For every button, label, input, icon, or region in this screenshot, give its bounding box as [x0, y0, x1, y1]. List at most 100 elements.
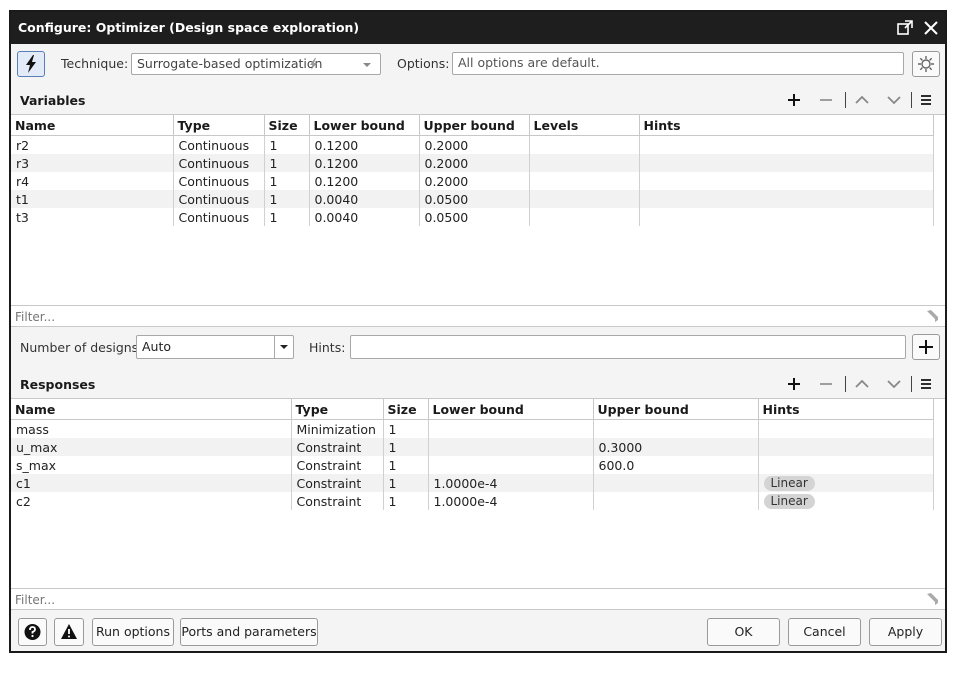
table-cell[interactable]: [529, 208, 640, 226]
table-row[interactable]: r4 Continuous 1 0.1200 0.2000: [11, 172, 934, 190]
column-header[interactable]: Levels: [529, 115, 640, 136]
table-cell[interactable]: u_max: [11, 438, 292, 456]
table-row[interactable]: c1 Constraint 1 1.0000e-4 Linear: [11, 474, 934, 492]
column-header[interactable]: Upper bound: [419, 115, 530, 136]
table-cell[interactable]: r4: [11, 172, 174, 190]
table-cell[interactable]: 0.0500: [419, 208, 530, 226]
table-cell[interactable]: 600.0: [593, 456, 759, 474]
table-cell[interactable]: Minimization: [291, 419, 384, 438]
table-row[interactable]: t3 Continuous 1 0.0040 0.0500: [11, 208, 934, 226]
table-cell[interactable]: 1: [383, 474, 429, 492]
plus-icon[interactable]: [785, 91, 803, 109]
table-cell[interactable]: [639, 154, 934, 172]
plus-icon[interactable]: [785, 375, 803, 393]
chevron-down-icon[interactable]: [885, 375, 903, 393]
table-cell[interactable]: r3: [11, 154, 174, 172]
apply-button[interactable]: Apply: [869, 618, 942, 646]
table-cell[interactable]: 1: [264, 172, 310, 190]
table-cell[interactable]: [758, 419, 934, 438]
popout-icon[interactable]: [895, 18, 915, 38]
table-cell[interactable]: mass: [11, 419, 292, 438]
table-cell[interactable]: Continuous: [173, 135, 265, 154]
table-cell[interactable]: t1: [11, 190, 174, 208]
variables-filter-input[interactable]: [13, 308, 897, 326]
minus-icon[interactable]: [817, 91, 835, 109]
table-cell[interactable]: 0.1200: [309, 154, 420, 172]
technique-select[interactable]: Surrogate-based optimization: [131, 53, 381, 75]
table-row[interactable]: mass Minimization 1: [11, 419, 934, 438]
column-header[interactable]: Upper bound: [593, 399, 759, 420]
table-cell[interactable]: 0.3000: [593, 438, 759, 456]
column-header[interactable]: Hints: [758, 399, 934, 420]
table-cell[interactable]: [529, 172, 640, 190]
table-cell[interactable]: 0.0040: [309, 208, 420, 226]
close-icon[interactable]: [921, 18, 941, 38]
table-cell[interactable]: 1: [264, 190, 310, 208]
table-cell[interactable]: Linear: [758, 474, 934, 492]
table-row[interactable]: r2 Continuous 1 0.1200 0.2000: [11, 135, 934, 154]
table-cell[interactable]: [639, 208, 934, 226]
chevron-up-icon[interactable]: [853, 91, 871, 109]
chevron-up-icon[interactable]: [853, 375, 871, 393]
table-cell[interactable]: 1.0000e-4: [428, 474, 594, 492]
table-cell[interactable]: 0.0500: [419, 190, 530, 208]
table-cell[interactable]: c2: [11, 492, 292, 510]
column-header[interactable]: Name: [11, 399, 292, 420]
table-cell[interactable]: 0.0040: [309, 190, 420, 208]
table-cell[interactable]: Constraint: [291, 492, 384, 510]
table-row[interactable]: s_max Constraint 1 600.0: [11, 456, 934, 474]
help-button[interactable]: [18, 618, 47, 646]
table-cell[interactable]: 0.2000: [419, 135, 530, 154]
table-cell[interactable]: 0.2000: [419, 154, 530, 172]
table-cell[interactable]: [428, 456, 594, 474]
minus-icon[interactable]: [817, 375, 835, 393]
table-cell[interactable]: [529, 135, 640, 154]
table-cell[interactable]: Continuous: [173, 208, 265, 226]
table-cell[interactable]: 0.1200: [309, 135, 420, 154]
cancel-button[interactable]: Cancel: [788, 618, 861, 646]
chevron-down-icon[interactable]: [885, 91, 903, 109]
table-cell[interactable]: 1: [383, 438, 429, 456]
technique-button[interactable]: [17, 51, 45, 77]
table-cell[interactable]: [639, 190, 934, 208]
column-header[interactable]: Type: [173, 115, 265, 136]
table-cell[interactable]: 1: [383, 456, 429, 474]
table-cell[interactable]: 1: [264, 208, 310, 226]
filter-icon[interactable]: [925, 591, 941, 607]
table-cell[interactable]: Constraint: [291, 456, 384, 474]
add-hint-button[interactable]: [912, 334, 940, 360]
table-row[interactable]: c2 Constraint 1 1.0000e-4 Linear: [11, 492, 934, 510]
table-cell[interactable]: Constraint: [291, 438, 384, 456]
table-cell[interactable]: [593, 419, 759, 438]
table-cell[interactable]: t3: [11, 208, 174, 226]
menu-icon[interactable]: [917, 375, 935, 393]
hints-input[interactable]: [350, 335, 906, 359]
table-cell[interactable]: 0.2000: [419, 172, 530, 190]
column-header[interactable]: Name: [11, 115, 174, 136]
ok-button[interactable]: OK: [707, 618, 780, 646]
column-header[interactable]: Type: [291, 399, 384, 420]
table-cell[interactable]: [529, 154, 640, 172]
table-cell[interactable]: c1: [11, 474, 292, 492]
table-cell[interactable]: 1: [264, 135, 310, 154]
table-cell[interactable]: [428, 438, 594, 456]
run-options-button[interactable]: Run options: [92, 618, 174, 646]
table-cell[interactable]: [639, 135, 934, 154]
table-cell[interactable]: Continuous: [173, 172, 265, 190]
column-header[interactable]: Hints: [639, 115, 934, 136]
table-row[interactable]: u_max Constraint 1 0.3000: [11, 438, 934, 456]
options-button[interactable]: [912, 51, 940, 77]
warning-button[interactable]: [54, 618, 84, 646]
table-cell[interactable]: [758, 456, 934, 474]
table-cell[interactable]: 0.1200: [309, 172, 420, 190]
table-cell[interactable]: Linear: [758, 492, 934, 510]
table-cell[interactable]: 1: [383, 492, 429, 510]
column-header[interactable]: Size: [383, 399, 429, 420]
table-cell[interactable]: 1.0000e-4: [428, 492, 594, 510]
table-cell[interactable]: Constraint: [291, 474, 384, 492]
table-row[interactable]: r3 Continuous 1 0.1200 0.2000: [11, 154, 934, 172]
table-cell[interactable]: [529, 190, 640, 208]
dropdown-button[interactable]: [274, 336, 293, 358]
table-cell[interactable]: [428, 419, 594, 438]
table-cell[interactable]: Continuous: [173, 154, 265, 172]
